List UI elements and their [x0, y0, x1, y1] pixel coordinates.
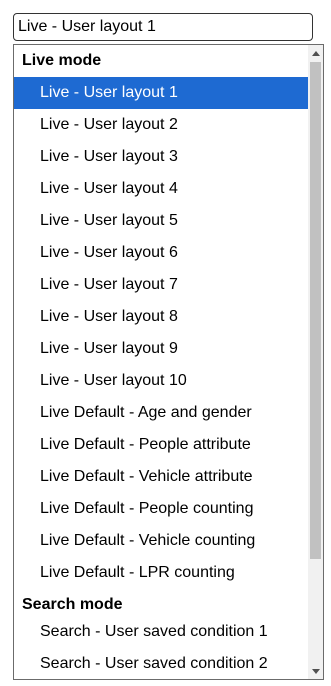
option-live-user-layout-10[interactable]: Live - User layout 10: [14, 365, 308, 397]
option-live-default-lpr-counting[interactable]: Live Default - LPR counting: [14, 557, 308, 589]
option-live-default-people-counting[interactable]: Live Default - People counting: [14, 493, 308, 525]
option-live-default-vehicle-attribute[interactable]: Live Default - Vehicle attribute: [14, 461, 308, 493]
option-live-user-layout-3[interactable]: Live - User layout 3: [14, 141, 308, 173]
option-live-user-layout-6[interactable]: Live - User layout 6: [14, 237, 308, 269]
option-live-user-layout-5[interactable]: Live - User layout 5: [14, 205, 308, 237]
layout-select[interactable]: Live - User layout 1: [13, 13, 313, 41]
option-live-default-vehicle-counting[interactable]: Live Default - Vehicle counting: [14, 525, 308, 557]
option-live-user-layout-1[interactable]: Live - User layout 1: [14, 77, 308, 109]
group-label-live-mode: Live mode: [22, 52, 102, 69]
option-live-user-layout-7[interactable]: Live - User layout 7: [14, 269, 308, 301]
scroll-up-arrow-icon[interactable]: [308, 45, 323, 61]
vertical-scrollbar[interactable]: [308, 45, 323, 679]
option-search-user-saved-condition-1[interactable]: Search - User saved condition 1: [14, 616, 308, 648]
option-live-user-layout-4[interactable]: Live - User layout 4: [14, 173, 308, 205]
option-live-user-layout-8[interactable]: Live - User layout 8: [14, 301, 308, 333]
option-search-user-saved-condition-2[interactable]: Search - User saved condition 2: [14, 648, 308, 679]
scroll-thumb[interactable]: [310, 62, 321, 559]
option-live-user-layout-2[interactable]: Live - User layout 2: [14, 109, 308, 141]
option-live-default-people-attribute[interactable]: Live Default - People attribute: [14, 429, 308, 461]
option-live-user-layout-9[interactable]: Live - User layout 9: [14, 333, 308, 365]
dropdown-options: Live mode Live - User layout 1 Live - Us…: [14, 45, 308, 679]
layout-dropdown-list[interactable]: Live mode Live - User layout 1 Live - Us…: [13, 44, 324, 680]
option-live-default-age-gender[interactable]: Live Default - Age and gender: [14, 397, 308, 429]
scroll-down-arrow-icon[interactable]: [308, 663, 323, 679]
